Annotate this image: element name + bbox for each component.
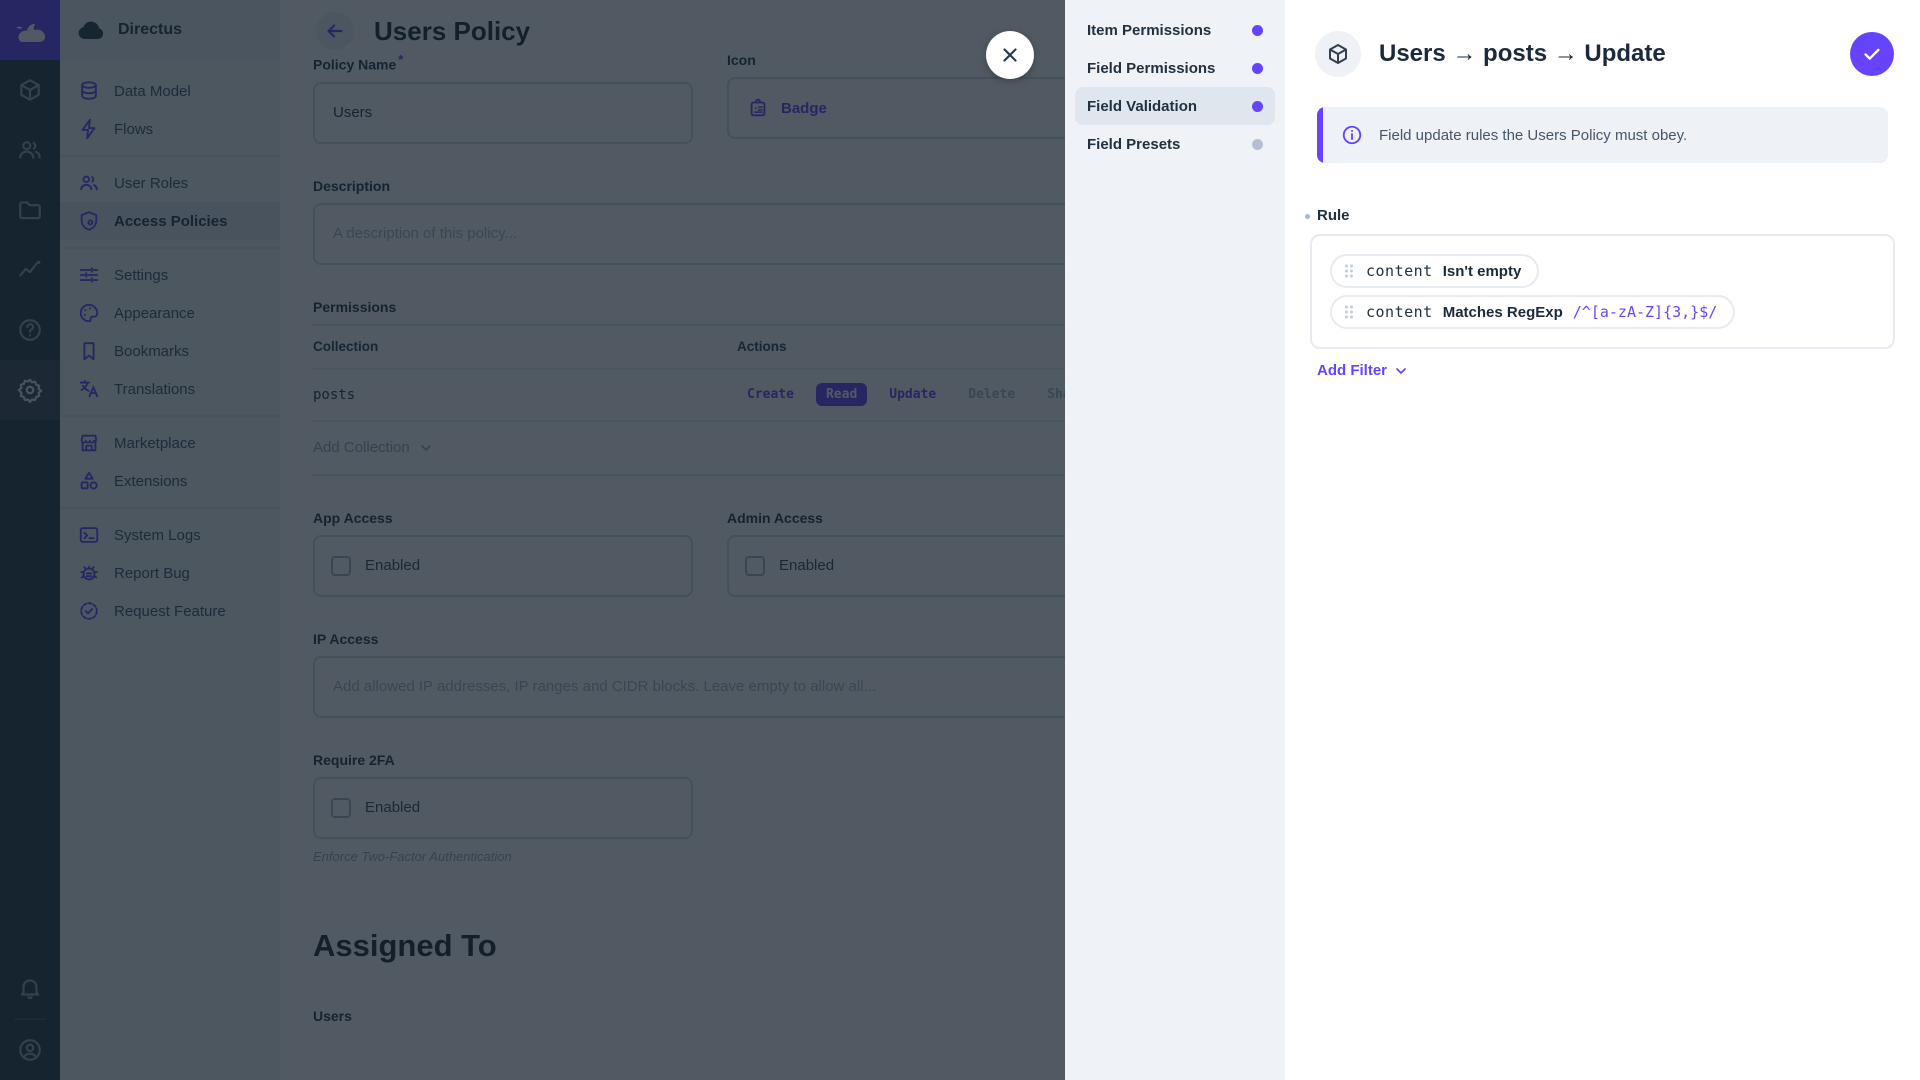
drawer-nav-field-validation[interactable]: Field Validation — [1075, 87, 1275, 125]
add-filter-label: Add Filter — [1317, 362, 1387, 379]
drawer-nav-field-presets[interactable]: Field Presets — [1075, 125, 1275, 163]
cube-icon — [1326, 42, 1350, 66]
close-icon — [999, 44, 1021, 66]
chevron-down-icon — [1393, 363, 1409, 379]
drawer-main: Users → posts → Update Field update rule… — [1285, 0, 1920, 1080]
filter-row[interactable]: content Isn't empty — [1330, 254, 1539, 288]
directus-app: Directus Data Model Flows User Roles — [0, 0, 1920, 1080]
info-circle-icon — [1341, 124, 1363, 146]
rule-field-label: Rule — [1317, 207, 1888, 224]
drawer-title-icon-circle — [1315, 31, 1361, 77]
filter-field-name[interactable]: content — [1366, 262, 1433, 280]
save-button[interactable] — [1850, 32, 1894, 76]
banner-accent-bar — [1317, 107, 1323, 163]
add-filter-button[interactable]: Add Filter — [1317, 362, 1409, 379]
drawer-header: Users → posts → Update — [1285, 0, 1920, 77]
filter-rule-box: content Isn't empty content Matches RegE… — [1310, 234, 1895, 349]
filter-field-name[interactable]: content — [1366, 303, 1433, 321]
drawer-nav-label: Item Permissions — [1087, 22, 1211, 39]
drawer-close-button[interactable] — [986, 31, 1034, 79]
drawer-title: Users → posts → Update — [1379, 40, 1666, 68]
filter-row[interactable]: content Matches RegExp /^[a-zA-Z]{3,}$/ — [1330, 295, 1735, 329]
drawer-nav: Item Permissions Field Permissions Field… — [1065, 0, 1285, 1080]
check-icon — [1861, 43, 1883, 65]
drawer-nav-item-permissions[interactable]: Item Permissions — [1075, 11, 1275, 49]
status-dot-active — [1252, 25, 1263, 36]
banner-text: Field update rules the Users Policy must… — [1379, 127, 1687, 144]
status-dot-inactive — [1252, 139, 1263, 150]
status-dot-active — [1252, 63, 1263, 74]
filter-operator[interactable]: Isn't empty — [1443, 263, 1522, 280]
drag-handle-icon[interactable] — [1342, 304, 1356, 320]
drawer-nav-label: Field Presets — [1087, 136, 1180, 153]
status-dot-active — [1252, 101, 1263, 112]
drag-handle-icon[interactable] — [1342, 263, 1356, 279]
drawer-nav-label: Field Permissions — [1087, 60, 1215, 77]
drawer-nav-field-permissions[interactable]: Field Permissions — [1075, 49, 1275, 87]
filter-operator[interactable]: Matches RegExp — [1443, 304, 1563, 321]
filter-value-regexp[interactable]: /^[a-zA-Z]{3,}$/ — [1573, 303, 1718, 321]
drawer-nav-label: Field Validation — [1087, 98, 1197, 115]
info-banner: Field update rules the Users Policy must… — [1317, 107, 1888, 163]
